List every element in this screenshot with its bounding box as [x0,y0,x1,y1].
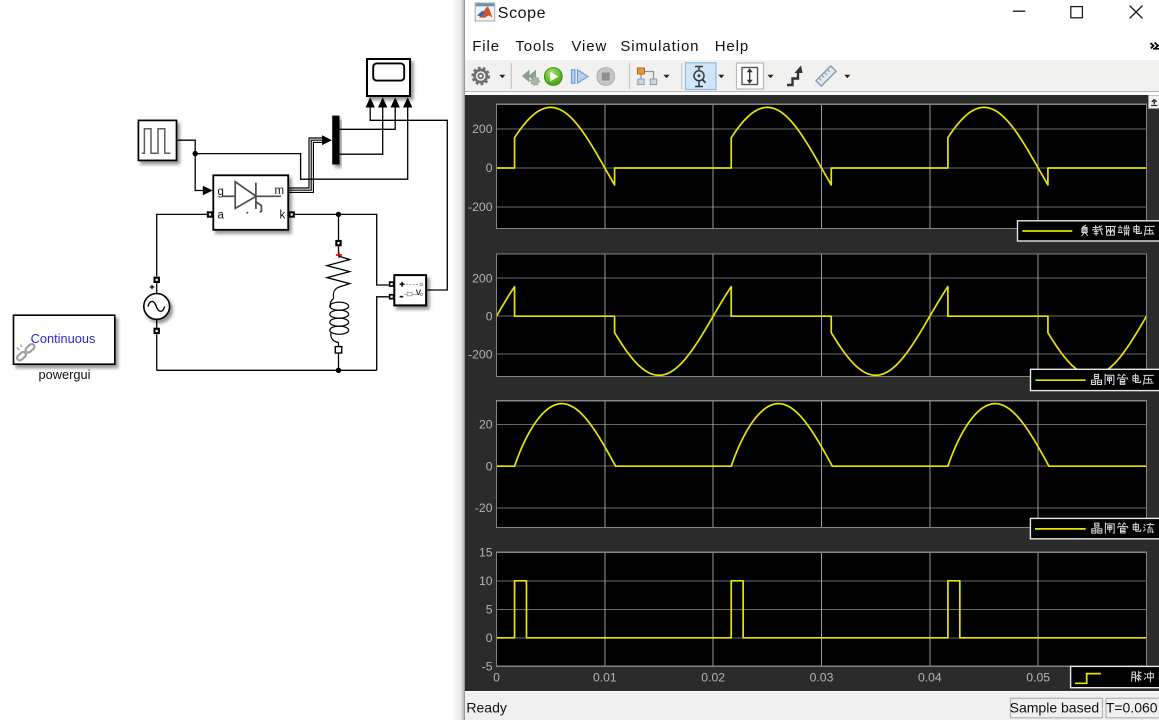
svg-text:-200: -200 [468,347,493,361]
svg-text:-200: -200 [468,200,493,214]
svg-text:Tools: Tools [515,38,555,55]
svg-text:a: a [218,209,225,221]
svg-text:0: 0 [486,631,493,645]
svg-text:k: k [280,209,286,221]
svg-text:v: v [416,286,422,298]
svg-text:0.05: 0.05 [1026,671,1050,685]
svg-text:m: m [275,185,285,197]
svg-text:0.02: 0.02 [701,671,725,685]
svg-text:200: 200 [472,122,493,136]
svg-text:File: File [472,38,500,55]
svg-text:Simulation: Simulation [620,38,699,55]
svg-text:Continuous: Continuous [31,331,96,346]
svg-text:0.01: 0.01 [593,671,617,685]
svg-text:0: 0 [486,161,493,175]
svg-text:Sample based: Sample based [1010,700,1100,716]
svg-text:Help: Help [715,38,749,55]
svg-text:0: 0 [486,309,493,323]
svg-text:View: View [571,38,607,55]
svg-text:Ready: Ready [466,700,506,716]
svg-text:0.04: 0.04 [918,671,942,685]
svg-text:-5: -5 [482,660,493,674]
svg-text:0.03: 0.03 [810,671,834,685]
svg-text:15: 15 [479,546,493,560]
svg-text:T=0.060: T=0.060 [1106,700,1158,716]
svg-text:0: 0 [486,459,493,473]
svg-text:Scope: Scope [498,5,546,22]
svg-text:20: 20 [479,418,493,432]
svg-text:-20: -20 [475,501,493,515]
svg-text:5: 5 [486,603,493,617]
svg-text:powergui: powergui [39,367,91,382]
svg-text:0: 0 [493,671,500,685]
svg-text:10: 10 [479,574,493,588]
svg-text:200: 200 [472,271,493,285]
